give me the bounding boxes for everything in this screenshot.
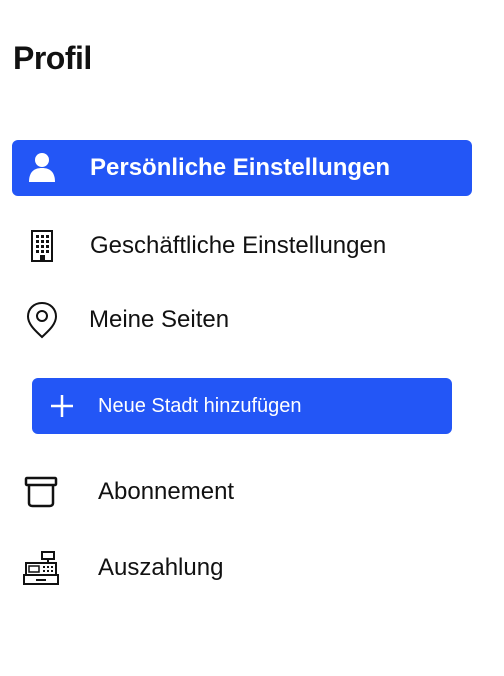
user-icon (22, 148, 62, 188)
page-title: Profil (13, 40, 92, 76)
nav-item-label: Persönliche Einstellungen (90, 154, 391, 181)
add-city-button[interactable]: Neue Stadt hinzufügen (32, 378, 452, 434)
nav-item-label: Geschäftliche Einstellungen (90, 232, 387, 259)
nav-item-label: Abonnement (98, 478, 235, 505)
archive-box-icon (21, 472, 61, 512)
nav-item-payout[interactable]: Auszahlung (12, 540, 472, 596)
location-pin-icon (22, 300, 62, 340)
nav-item-my-pages[interactable]: Meine Seiten (12, 292, 472, 348)
profile-page: Profil Persönliche Einstellungen Geschäf… (0, 0, 504, 676)
nav-item-subscription[interactable]: Abonnement (12, 464, 472, 520)
building-icon (22, 226, 62, 266)
plus-icon (48, 392, 76, 420)
nav-item-business-settings[interactable]: Geschäftliche Einstellungen (12, 218, 472, 274)
add-city-label: Neue Stadt hinzufügen (98, 394, 302, 417)
nav-item-label: Meine Seiten (89, 306, 230, 333)
cash-register-icon (21, 548, 61, 588)
nav-item-label: Auszahlung (98, 554, 224, 581)
nav-item-personal-settings[interactable]: Persönliche Einstellungen (12, 140, 472, 196)
